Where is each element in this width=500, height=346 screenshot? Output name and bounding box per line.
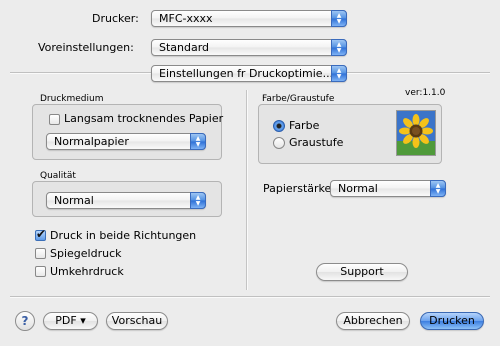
quality-value: Normal (54, 194, 94, 207)
thickness-label: Papierstärke: (263, 182, 335, 195)
vertical-separator (246, 90, 248, 290)
color-radio-label: Farbe (289, 119, 320, 132)
help-button[interactable]: ? (15, 311, 35, 331)
printer-popup[interactable]: MFC-xxxx ▲ ▼ (151, 10, 347, 27)
color-group-label: Farbe/Graustufe (262, 94, 335, 104)
support-button[interactable]: Support (316, 263, 408, 281)
version-label: ver:1.1.0 (405, 88, 446, 98)
print-button[interactable]: Drucken (420, 312, 484, 330)
popup-arrows-icon: ▲ ▼ (331, 10, 347, 27)
popup-arrows-icon: ▲ ▼ (430, 180, 446, 197)
media-type-popup[interactable]: Normalpapier ▲ ▼ (46, 133, 206, 150)
popup-arrows-icon: ▲ ▼ (331, 65, 347, 82)
media-type-value: Normalpapier (54, 135, 129, 148)
quality-popup[interactable]: Normal ▲ ▼ (46, 192, 206, 209)
slow-dry-checkbox[interactable] (49, 114, 60, 125)
color-preview-image (396, 110, 436, 156)
printer-value: MFC-xxxx (159, 12, 213, 25)
popup-arrows-icon: ▲ ▼ (190, 192, 206, 209)
panel-value: Einstellungen fr Druckoptimie... (159, 67, 334, 80)
cancel-button[interactable]: Abbrechen (336, 312, 410, 330)
bidirectional-label: Druck in beide Richtungen (50, 229, 197, 242)
bidirectional-checkbox[interactable] (35, 227, 46, 241)
thickness-value: Normal (338, 182, 378, 195)
color-radio[interactable] (273, 120, 285, 132)
slow-dry-label: Langsam trocknendes Papier (64, 112, 224, 125)
quality-group-label: Qualität (40, 171, 76, 181)
grayscale-radio[interactable] (273, 137, 285, 149)
presets-popup[interactable]: Standard ▲ ▼ (151, 39, 347, 56)
popup-arrows-icon: ▲ ▼ (331, 39, 347, 56)
panel-popup[interactable]: Einstellungen fr Druckoptimie... ▲ ▼ (151, 65, 347, 82)
mirror-checkbox[interactable] (35, 248, 46, 259)
thickness-popup[interactable]: Normal ▲ ▼ (330, 180, 446, 197)
mirror-label: Spiegeldruck (50, 247, 122, 260)
sunflower-icon (397, 111, 435, 155)
presets-value: Standard (159, 41, 210, 54)
popup-arrows-icon: ▲ ▼ (190, 133, 206, 150)
grayscale-radio-label: Graustufe (289, 136, 344, 149)
reverse-checkbox[interactable] (35, 266, 46, 277)
media-group-label: Druckmedium (40, 94, 104, 104)
presets-label: Voreinstellungen: (38, 41, 134, 54)
printer-label: Drucker: (92, 12, 139, 25)
bottom-separator (10, 296, 490, 298)
preview-button[interactable]: Vorschau (106, 312, 168, 330)
pdf-button[interactable]: PDF ▾ (43, 312, 98, 330)
reverse-label: Umkehrdruck (50, 265, 124, 278)
